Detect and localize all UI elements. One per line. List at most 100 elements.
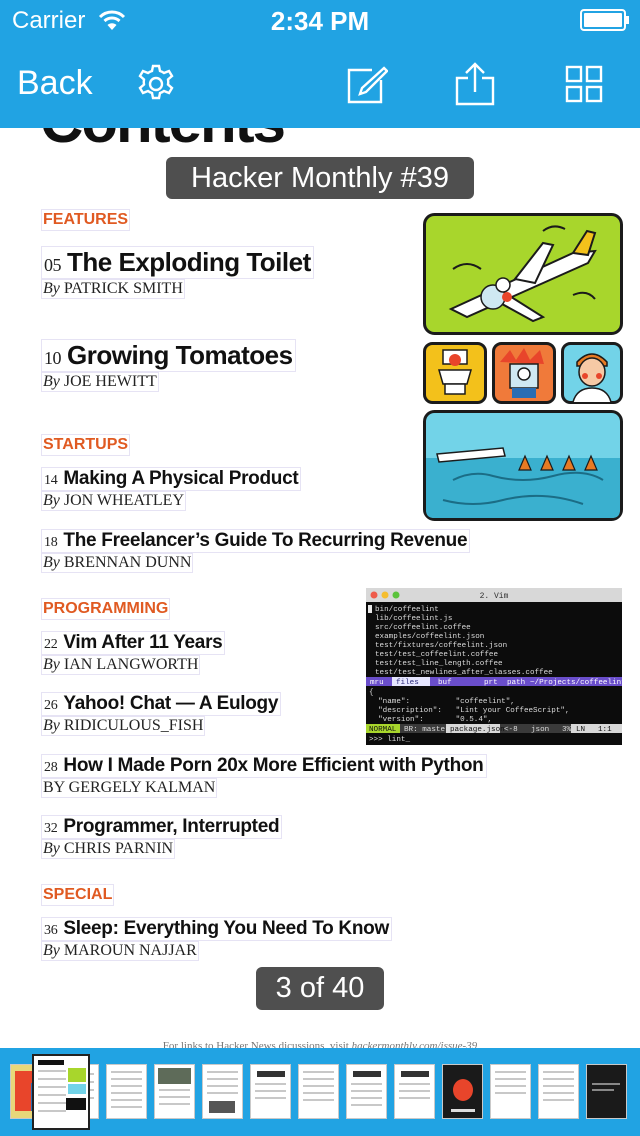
compose-icon[interactable] (344, 62, 388, 106)
vim-ln: LN (576, 726, 585, 734)
article-title[interactable]: 28 How I Made Porn 20x More Efficient wit… (41, 754, 487, 778)
author-name: IAN LANGWORTH (63, 656, 199, 673)
page-number: 05 (44, 255, 62, 275)
byline: By PATRICK SMITH (41, 279, 185, 299)
article-title[interactable]: 18 The Freelancer’s Guide To Recurring Re… (41, 529, 471, 553)
page-thumbnail-selected[interactable] (32, 1054, 90, 1130)
airplane-illustration (423, 213, 623, 335)
article-porn-python[interactable]: 28 How I Made Porn 20x More Efficient wit… (41, 754, 487, 798)
article-title-text: How I Made Porn 20x More Efficient with … (63, 755, 484, 776)
gear-icon[interactable] (134, 62, 178, 106)
page-number: 36 (44, 923, 58, 938)
article-title[interactable]: 14 Making A Physical Product (41, 467, 302, 491)
article-title[interactable]: 26 Yahoo! Chat — A Eulogy (41, 692, 282, 716)
article-title[interactable]: 36 Sleep: Everything You Need To Know (41, 917, 392, 941)
page-thumbnail[interactable] (298, 1064, 339, 1119)
article-title-text: Making A Physical Product (63, 468, 299, 489)
page-thumbnail[interactable] (586, 1064, 627, 1119)
page-thumbnail[interactable] (202, 1064, 243, 1119)
back-button[interactable]: Back (17, 64, 93, 103)
article-title-text: Growing Tomatoes (67, 340, 293, 370)
article-freelancers-guide[interactable]: 18 The Freelancer’s Guide To Recurring Re… (41, 529, 471, 573)
status-time: 2:34 PM (270, 6, 370, 36)
vim-tab-path: path (507, 679, 525, 687)
article-title-text: Vim After 11 Years (63, 632, 223, 653)
vim-json-line: "version": "0.5.4", (369, 716, 492, 724)
article-sleep[interactable]: 36 Sleep: Everything You Need To Know By … (41, 917, 392, 961)
article-title-text: The Exploding Toilet (67, 247, 311, 277)
by-word: By (43, 280, 60, 297)
author-name: GERGELY KALMAN (68, 779, 216, 796)
by-word: By (43, 656, 60, 673)
by-word: By (43, 492, 60, 509)
nav-bar: Back (0, 40, 640, 128)
share-icon[interactable] (453, 62, 497, 106)
article-yahoo-chat[interactable]: 26 Yahoo! Chat — A Eulogy By RIDICULOUS_F… (41, 692, 282, 736)
by-word: By (43, 942, 60, 959)
article-programmer-interrupted[interactable]: 32 Programmer, Interrupted By CHRIS PARNI… (41, 815, 283, 859)
page-number: 14 (44, 473, 58, 488)
author-name: RIDICULOUS_FISH (63, 717, 204, 734)
by-word: By (43, 373, 60, 390)
article-title[interactable]: 10 Growing Tomatoes (41, 339, 296, 372)
grid-icon[interactable] (562, 62, 606, 106)
vim-position: 1:1 (598, 726, 612, 734)
byline: By BRENNAN DUNN (41, 553, 194, 573)
water-landing-illustration (423, 410, 623, 521)
vim-mode: NORMAL (369, 726, 397, 734)
vim-json-line: "name": "coffeelint", (369, 698, 515, 706)
article-title[interactable]: 22 Vim After 11 Years (41, 631, 226, 655)
explosion-panel-illustration (492, 342, 556, 404)
vim-branch: BR: master (404, 726, 450, 734)
by-word: By (43, 554, 60, 571)
vim-file: package.json (450, 726, 505, 734)
author-name: MAROUN NAJJAR (63, 942, 197, 959)
page-thumbnail[interactable] (394, 1064, 435, 1119)
page-thumbnail[interactable] (490, 1064, 531, 1119)
vim-encoding: <-8 (504, 726, 518, 734)
page-number: 22 (44, 637, 58, 652)
vim-file-line: src/coffeelint.coffee (375, 624, 471, 632)
byline: By RIDICULOUS_FISH (41, 716, 206, 736)
author-name: BRENNAN DUNN (63, 554, 192, 571)
author-name: CHRIS PARNIN (63, 840, 174, 857)
page-number: 32 (44, 821, 58, 836)
article-exploding-toilet[interactable]: 05 The Exploding Toilet By PATRICK SMITH (41, 246, 314, 299)
pilot-panel-illustration (561, 342, 623, 404)
vim-json-line: "description": "Lint your CoffeeScript", (369, 707, 570, 715)
vim-tab-prt: prt (484, 679, 498, 687)
thumbnail-strip[interactable] (0, 1048, 640, 1136)
vim-file-line: test/test_newlines_after_classes.coffee (375, 669, 553, 677)
vim-tab-files: files (396, 679, 419, 687)
article-growing-tomatoes[interactable]: 10 Growing Tomatoes By JOE HEWITT (41, 339, 296, 392)
toilet-panel-illustration (423, 342, 487, 404)
vim-screenshot: 2. Vim bin/coffeelint lib/coffeelint.js … (366, 588, 622, 745)
byline: By IAN LANGWORTH (41, 655, 201, 675)
article-title-text: The Freelancer’s Guide To Recurring Reve… (63, 530, 468, 551)
vim-file-line: test/fixtures/coffeelint.json (375, 642, 507, 650)
page-thumbnail[interactable] (538, 1064, 579, 1119)
page-thumbnail[interactable] (442, 1064, 483, 1119)
article-title[interactable]: 05 The Exploding Toilet (41, 246, 314, 279)
byline: BY GERGELY KALMAN (41, 778, 218, 798)
byline: By MAROUN NAJJAR (41, 941, 199, 961)
author-name: JON WHEATLEY (63, 492, 185, 509)
byline: By JON WHEATLEY (41, 491, 187, 511)
article-physical-product[interactable]: 14 Making A Physical Product By JON WHEAT… (41, 467, 302, 511)
vim-json-line: { (369, 689, 374, 697)
section-label-special: SPECIAL (41, 884, 115, 906)
page-thumbnail[interactable] (154, 1064, 195, 1119)
vim-tab-buf: buf (438, 679, 452, 687)
article-title-text: Programmer, Interrupted (63, 816, 280, 837)
page-thumbnail[interactable] (346, 1064, 387, 1119)
article-vim-after-11-years[interactable]: 22 Vim After 11 Years By IAN LANGWORTH (41, 631, 226, 675)
vim-tab-cwd: ~/Projects/coffeelint (530, 679, 622, 687)
section-label-programming: PROGRAMMING (41, 598, 171, 620)
battery-icon (580, 9, 629, 31)
page-thumbnail[interactable] (106, 1064, 147, 1119)
page-thumbnail[interactable] (250, 1064, 291, 1119)
article-title[interactable]: 32 Programmer, Interrupted (41, 815, 283, 839)
byline: By CHRIS PARNIN (41, 839, 176, 859)
vim-file-line: examples/coffeelint.json (375, 633, 484, 641)
vim-file-line: test/test_line_length.coffee (375, 660, 503, 668)
